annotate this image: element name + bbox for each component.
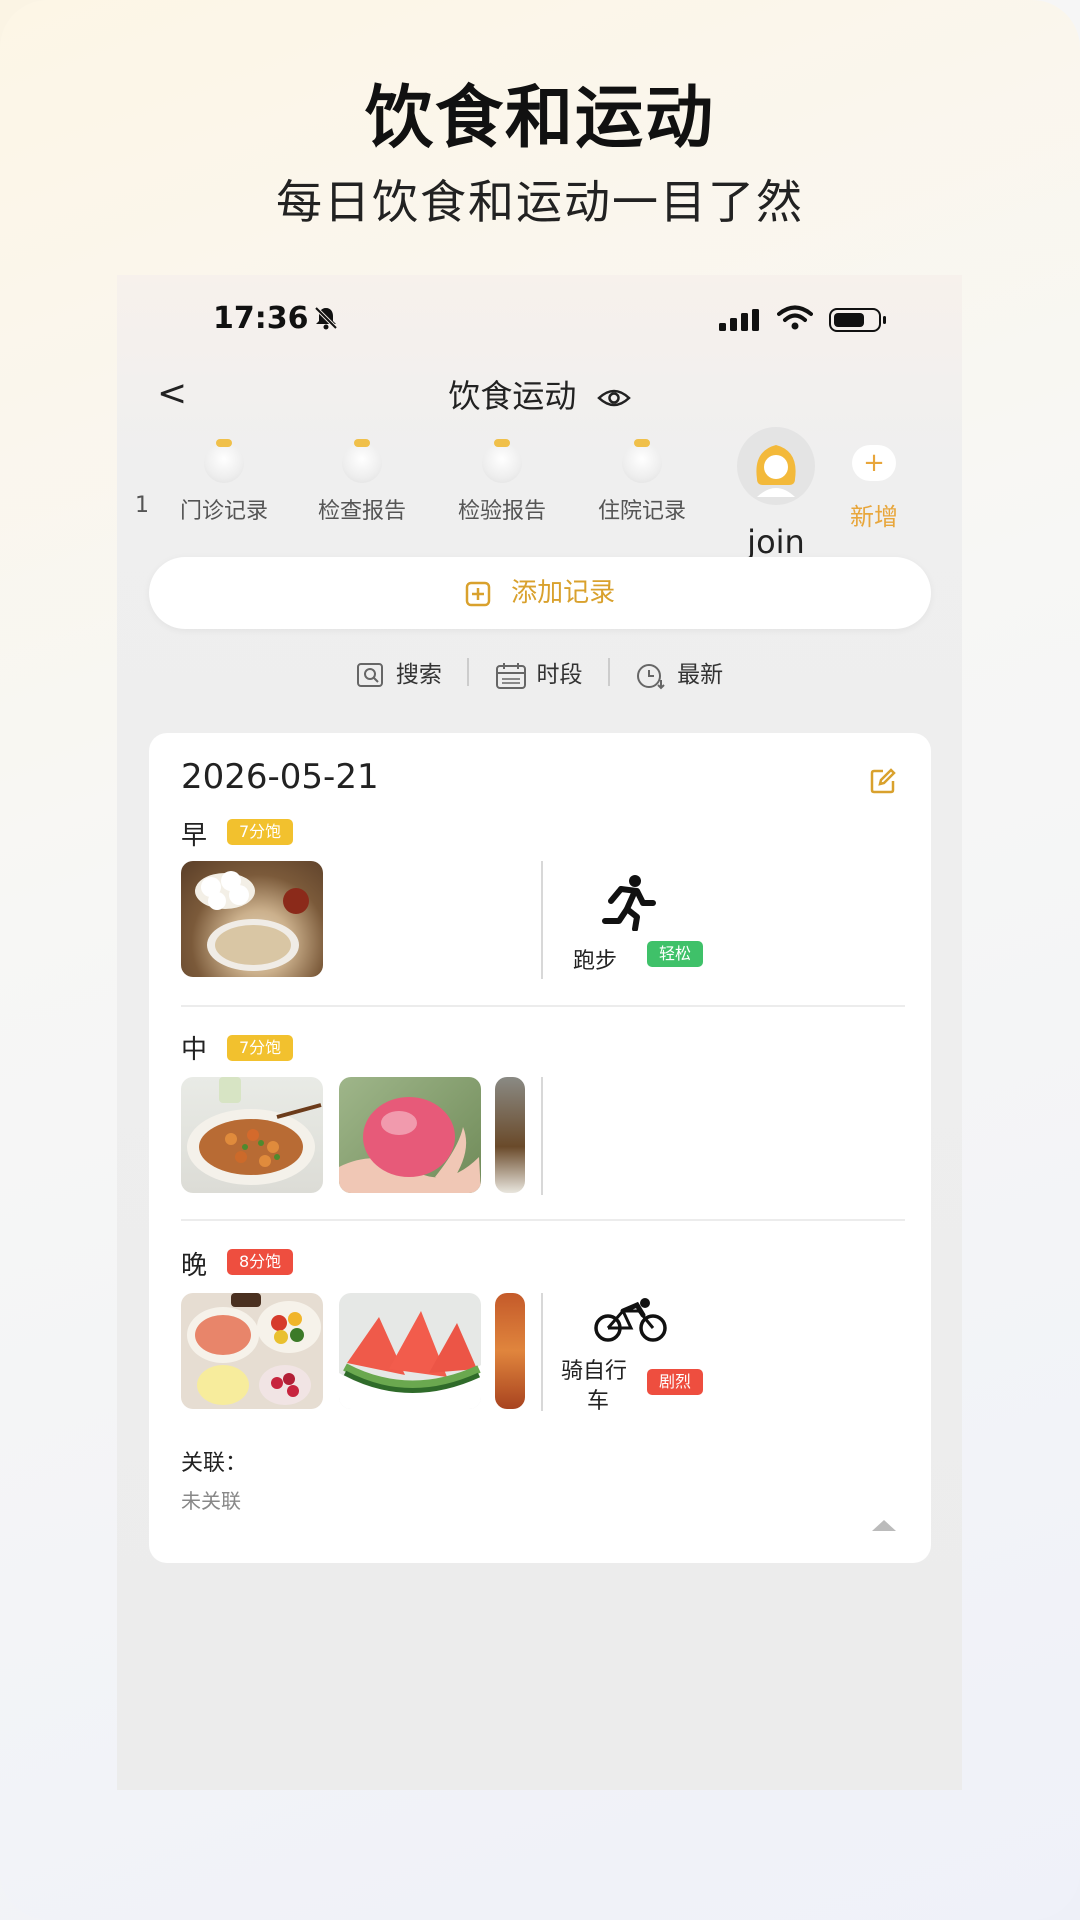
bell-muted-icon — [314, 306, 338, 330]
signal-icon — [719, 309, 759, 331]
meal-photo[interactable] — [495, 1077, 525, 1193]
doctor-avatar-icon — [482, 439, 522, 483]
doctor-avatar-icon — [622, 439, 662, 483]
fullness-badge: 8分饱 — [227, 1249, 294, 1275]
page-title: 饮食运动 — [448, 377, 577, 415]
tab-partial[interactable]: 1 — [117, 435, 157, 518]
food-photo-apple — [339, 1097, 481, 1193]
intensity-badge: 剧烈 — [647, 1369, 704, 1395]
exercise-name-line2: 车 — [587, 1389, 610, 1414]
running-icon — [602, 875, 656, 931]
record-date: 2026-05-21 — [181, 757, 379, 797]
promo-title: 饮食和运动 — [364, 79, 715, 158]
intensity-badge: 轻松 — [647, 941, 704, 967]
add-record-button[interactable]: 添加记录 — [149, 557, 931, 629]
record-card: 2026-05-21 早 7分饱 跑步 轻松 中 7分饱 晚 8分饱 骑自行 车… — [149, 733, 931, 1563]
add-tab-label[interactable]: 新增 — [841, 497, 907, 532]
tab-lab-report[interactable]: 检验报告 — [442, 435, 562, 525]
doctor-avatar-icon — [342, 439, 382, 483]
clock-sort-icon — [637, 663, 665, 689]
add-record-label: 添加记录 — [511, 578, 616, 608]
meal-divider — [181, 1219, 905, 1221]
meal-photo[interactable] — [339, 1293, 481, 1409]
latest-filter[interactable]: 最新 — [617, 655, 741, 690]
status-time: 17:36 — [213, 301, 309, 336]
period-filter[interactable]: 时段 — [477, 655, 601, 690]
profile-name: join — [747, 523, 805, 561]
meal-exercise-divider — [541, 1293, 543, 1411]
search-icon — [356, 662, 383, 687]
edit-icon[interactable] — [869, 767, 897, 795]
add-document-icon — [465, 581, 491, 606]
exercise-name: 跑步 — [573, 949, 618, 974]
food-photo-shrimp — [187, 1293, 321, 1405]
cycling-icon — [594, 1298, 667, 1342]
meal-label-breakfast: 早 — [181, 821, 208, 851]
meal-photo[interactable] — [181, 1293, 323, 1409]
doctor-avatar-icon — [204, 439, 244, 483]
eye-icon[interactable] — [596, 387, 631, 409]
association-title: 关联： — [181, 1451, 248, 1476]
meal-exercise-divider — [541, 1077, 543, 1195]
status-bar: 17:36 — [117, 275, 962, 365]
meal-photo[interactable] — [495, 1293, 525, 1409]
phone-screen: 17:36 < 饮食运动 1 门诊记录 检查报告 检验报告 住院记录 join … — [117, 275, 962, 1790]
nav-title-wrap: 饮食运动 — [117, 371, 962, 417]
user-avatar-icon — [756, 445, 796, 497]
battery-icon — [829, 308, 886, 332]
meal-photo[interactable] — [181, 1077, 323, 1193]
food-photo-watermelon — [339, 1311, 481, 1409]
avatar[interactable] — [737, 427, 815, 505]
food-photo-congee — [195, 871, 309, 971]
tab-outpatient[interactable]: 门诊记录 — [164, 435, 284, 525]
search-filter[interactable]: 搜索 — [338, 655, 460, 690]
exercise-name-line1: 骑自行 — [561, 1359, 628, 1384]
filter-divider — [607, 658, 610, 687]
fullness-badge: 7分饱 — [227, 1035, 294, 1061]
tab-exam-report[interactable]: 检查报告 — [302, 435, 422, 525]
meal-exercise-divider — [541, 861, 543, 979]
filter-divider — [467, 658, 470, 687]
meal-label-dinner: 晚 — [181, 1251, 208, 1281]
tab-hospital-record[interactable]: 住院记录 — [582, 435, 702, 525]
food-photo-stirfry — [187, 1077, 322, 1185]
collapse-caret-icon[interactable] — [871, 1518, 897, 1532]
calendar-icon — [495, 662, 526, 689]
association-value: 未关联 — [181, 1489, 241, 1513]
fullness-badge: 7分饱 — [227, 819, 294, 845]
nav-bar: < 饮食运动 — [117, 355, 962, 425]
filter-bar: 搜索 时段 最新 — [117, 655, 962, 699]
meal-label-lunch: 中 — [181, 1035, 208, 1065]
meal-photo[interactable] — [181, 861, 323, 977]
category-tabs: 1 门诊记录 检查报告 检验报告 住院记录 join + 新增 — [117, 427, 962, 561]
add-tab-button[interactable]: + — [852, 445, 896, 481]
promo-subtitle: 每日饮食和运动一目了然 — [276, 175, 804, 229]
meal-divider — [181, 1005, 905, 1007]
wifi-icon — [777, 305, 813, 330]
promo-background: 饮食和运动 每日饮食和运动一目了然 17:36 < 饮食运动 1 门诊记录 检查… — [0, 0, 1080, 1920]
meal-photo[interactable] — [339, 1077, 481, 1193]
